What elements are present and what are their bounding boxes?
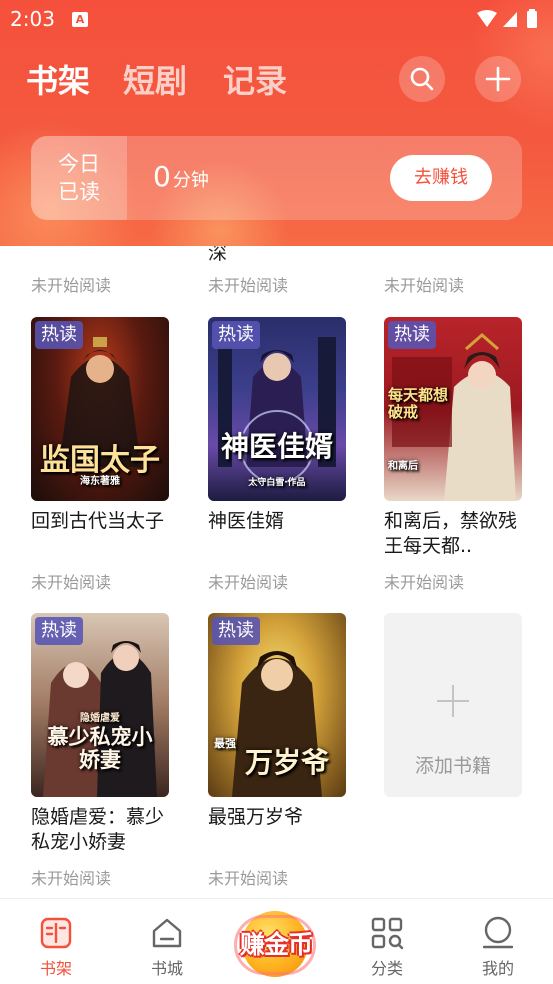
nav-bookstore[interactable]: 书城: [127, 899, 207, 984]
add-book-label: 添加书籍: [414, 755, 491, 777]
nav-profile[interactable]: 我的: [458, 899, 538, 984]
book-item[interactable]: 热读 隐婚虐爱 慕少私宠小娇妻 隐婚虐爱：慕少私宠小娇妻 未开始阅读: [31, 613, 169, 893]
book-cover: 热读 神医佳婿 太守白雪·作品: [208, 317, 346, 501]
book-title: 神医佳婿: [208, 510, 285, 532]
add-book-tile[interactable]: 添加书籍: [384, 613, 522, 797]
plus-icon: [485, 66, 511, 92]
book-status: 未开始阅读: [31, 869, 112, 888]
book-item[interactable]: 热读 神医佳婿 太守白雪·作品 神医佳婿 未开始阅读: [208, 317, 346, 597]
nav-label: 书城: [150, 959, 183, 978]
cover-author: 海东著雅: [80, 476, 120, 487]
header: 2:03 A 书架 短剧 记录 今日 已读 0 分钟 去赚钱: [0, 0, 553, 246]
read-minutes-unit: 分钟: [172, 170, 209, 191]
book-title-partial: 深: [208, 246, 228, 264]
plus-icon: [437, 685, 469, 717]
hot-tag: 热读: [35, 321, 83, 349]
book-cover: 热读 每天都想破戒 和离后: [384, 317, 522, 501]
book-title: 回到古代当太子: [31, 510, 165, 532]
nav-label: 书架: [39, 959, 72, 978]
book-title: 和离后，禁欲残王每天都..: [384, 510, 518, 557]
earn-coins-button[interactable]: 赚金币: [226, 911, 326, 977]
book-item[interactable]: 热读 最强 万岁爷 最强万岁爷 未开始阅读: [208, 613, 346, 893]
add-button[interactable]: [475, 56, 521, 102]
category-icon: [371, 917, 404, 950]
book-status: 未开始阅读: [208, 869, 289, 888]
store-icon: [152, 918, 182, 948]
cover-title: 每天都想破戒: [388, 386, 449, 421]
signal-battery-icon: [477, 9, 537, 28]
hot-tag: 热读: [212, 321, 260, 349]
book-status: 未开始阅读: [31, 276, 112, 295]
book-title: 最强万岁爷: [208, 806, 304, 828]
book-item[interactable]: 热读 监国太子 海东著雅 回到古代当太子 未开始阅读: [31, 317, 169, 597]
cover-title: 神医佳婿: [220, 430, 333, 463]
nav-category[interactable]: 分类: [347, 899, 427, 984]
book-status: 未开始阅读: [208, 573, 289, 592]
today-read-label-line2: 已读: [58, 180, 100, 204]
nav-label: 分类: [370, 959, 403, 978]
status-bar: 2:03 A: [0, 0, 553, 38]
bookshelf-grid: 深 未开始阅读 未开始阅读 未开始阅读 热读 监国太子 海东著雅 回到古代当太子…: [0, 246, 553, 898]
cover-author: 最强: [214, 737, 236, 750]
book-status: 未开始阅读: [31, 573, 112, 592]
tab-records[interactable]: 记录: [223, 56, 287, 102]
book-status: 未开始阅读: [384, 573, 465, 592]
nav-bookshelf[interactable]: 书架: [16, 899, 96, 984]
bookshelf-icon: [40, 917, 72, 949]
book-cover: 热读 监国太子 海东著雅: [31, 317, 169, 501]
earn-money-button[interactable]: 去赚钱: [390, 155, 492, 201]
read-minutes-value: 0: [153, 160, 171, 193]
search-button[interactable]: [399, 56, 445, 102]
today-read-card: 今日 已读 0 分钟 去赚钱: [31, 136, 522, 220]
read-minutes: 0 分钟: [153, 160, 209, 193]
today-read-label-line1: 今日: [58, 152, 100, 176]
book-cover: 热读 隐婚虐爱 慕少私宠小娇妻: [31, 613, 169, 797]
nav-label: 我的: [481, 959, 514, 978]
cover-title: 慕少私宠小娇妻: [47, 724, 153, 772]
search-icon: [410, 67, 434, 91]
cover-author: 太守白雪·作品: [248, 478, 306, 488]
cover-author: 隐婚虐爱: [80, 713, 120, 724]
hot-tag: 热读: [35, 617, 83, 645]
book-status: 未开始阅读: [208, 276, 289, 295]
notification-icon: A: [72, 12, 88, 27]
tab-bookshelf[interactable]: 书架: [26, 56, 90, 102]
tab-short-drama[interactable]: 短剧: [123, 56, 187, 102]
book-title: 隐婚虐爱：慕少私宠小娇妻: [31, 806, 165, 853]
cover-title: 万岁爷: [244, 746, 329, 779]
bottom-navigation: 书架 书城 赚金币 分类 我的: [0, 898, 553, 984]
book-cover: 热读 最强 万岁爷: [208, 613, 346, 797]
cover-author: 和离后: [388, 461, 418, 472]
book-item[interactable]: 热读 每天都想破戒 和离后 和离后，禁欲残王每天都.. 未开始阅读: [384, 317, 522, 597]
profile-icon: [482, 916, 514, 949]
hot-tag: 热读: [388, 321, 436, 349]
status-time: 2:03: [10, 7, 55, 31]
today-read-label: 今日 已读: [31, 136, 127, 220]
book-status: 未开始阅读: [384, 276, 465, 295]
hot-tag: 热读: [212, 617, 260, 645]
earn-coins-label: 赚金币: [239, 930, 313, 959]
